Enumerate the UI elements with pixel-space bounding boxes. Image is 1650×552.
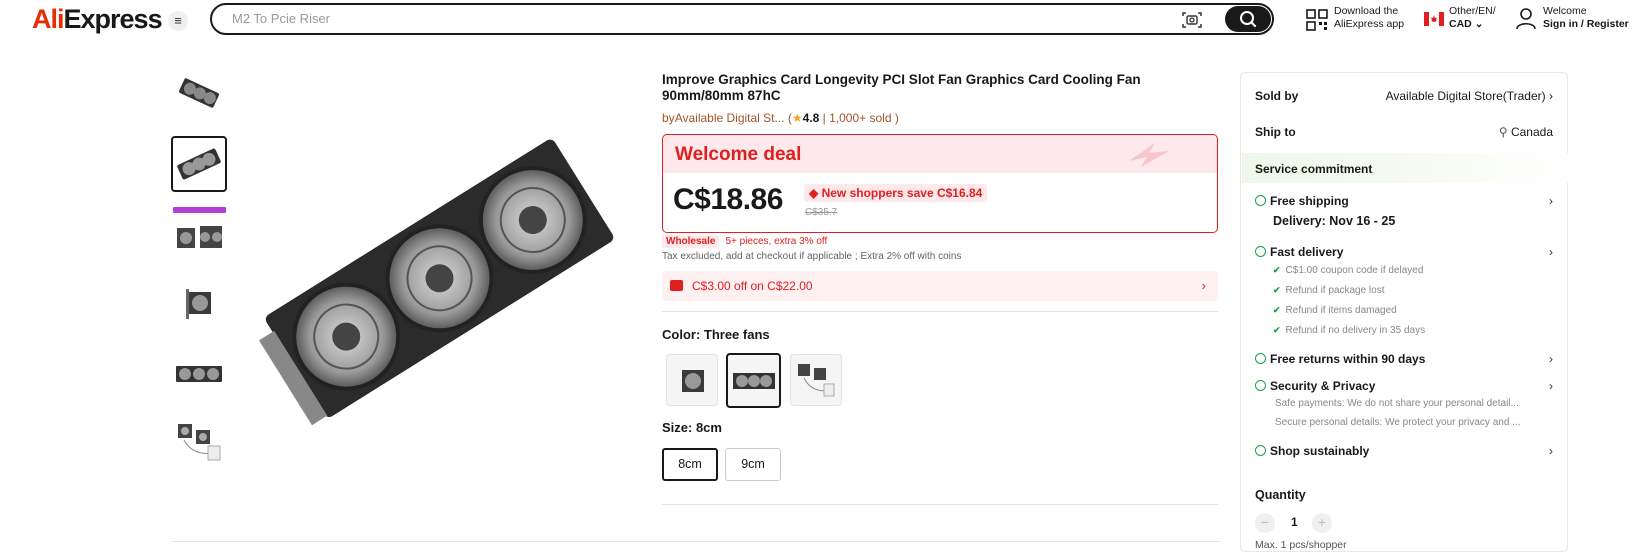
product-thumb-image: [186, 289, 211, 319]
leaf-icon: [1255, 445, 1266, 456]
sold-count: 1,000+ sold ): [829, 111, 899, 125]
service-commitment-header: Service commitment: [1242, 153, 1568, 183]
quantity-increase-button[interactable]: +: [1312, 513, 1332, 533]
locale-currency-selector[interactable]: Other/EN/ CAD ⌄: [1449, 5, 1496, 31]
quantity-decrease-button[interactable]: −: [1255, 513, 1275, 533]
rating-value: 4.8: [802, 111, 820, 125]
coupon-banner[interactable]: C$3.00 off on C$22.00 ›: [662, 271, 1218, 301]
chevron-right-icon: ›: [1549, 245, 1553, 259]
security-item: Secure personal details: We protect your…: [1275, 417, 1521, 428]
color-option-image: [682, 370, 704, 392]
chevron-right-icon: ›: [1201, 278, 1206, 293]
quantity-value[interactable]: 1: [1291, 515, 1298, 529]
return-icon: [1255, 353, 1266, 364]
account-sign-in[interactable]: Welcome Sign in / Register: [1543, 5, 1629, 31]
wholesale-badge: Wholesale: [662, 235, 720, 248]
product-title: Improve Graphics Card Longevity PCI Slot…: [662, 72, 1141, 103]
divider: [662, 311, 1218, 312]
fast-delivery-item: ✔ C$1.00 coupon code if delayed: [1273, 265, 1424, 276]
free-shipping-row[interactable]: Free shipping ›: [1255, 194, 1553, 208]
clock-icon: [1255, 246, 1266, 257]
location-pin-icon: ⚲: [1498, 125, 1511, 139]
coupon-icon: [670, 280, 683, 291]
search-button[interactable]: [1225, 6, 1271, 32]
chevron-right-icon: ›: [1549, 352, 1553, 366]
tax-note: Tax excluded, add at checkout if applica…: [662, 251, 962, 262]
shield-icon: [1255, 380, 1266, 391]
color-label: Color: Three fans: [662, 327, 770, 342]
store-link[interactable]: Available Digital St...: [675, 111, 785, 125]
shop-sustainably-row[interactable]: Shop sustainably ›: [1255, 444, 1553, 458]
original-price: C$35.7: [805, 207, 838, 218]
chevron-right-icon: ›: [1549, 379, 1553, 393]
user-icon[interactable]: [1515, 7, 1537, 31]
security-privacy-row[interactable]: Security & Privacy ›: [1255, 379, 1553, 393]
fast-delivery-item: ✔ Refund if items damaged: [1273, 305, 1397, 316]
size-option-8cm[interactable]: 8cm: [662, 448, 718, 481]
color-option-3[interactable]: [790, 354, 842, 406]
welcome-deal-box: Welcome deal C$18.86 ◆ New shoppers save…: [662, 134, 1218, 233]
purchase-panel: Sold by Available Digital Store(Trader) …: [1240, 72, 1568, 552]
check-icon: ✔: [1273, 265, 1281, 275]
quantity-label: Quantity: [1255, 488, 1306, 502]
thumbnail-6[interactable]: [171, 414, 227, 470]
color-option-image: [798, 364, 835, 397]
fast-delivery-row[interactable]: Fast delivery ›: [1255, 245, 1553, 259]
thumbnail-3[interactable]: [171, 212, 227, 268]
color-option-image: [732, 372, 775, 389]
product-thumb-image: [177, 226, 222, 248]
product-thumb-image: [177, 148, 221, 180]
fast-delivery-item: ✔ Refund if package lost: [1273, 285, 1385, 296]
tag-icon: ◆: [809, 186, 822, 200]
check-icon: ✔: [1273, 305, 1281, 315]
chevron-right-icon: ›: [1549, 194, 1553, 208]
thumbnail-2[interactable]: [171, 136, 227, 192]
thumbnail-1[interactable]: [171, 65, 227, 121]
aliexpress-logo[interactable]: AliExpress: [32, 4, 163, 35]
delivery-date: Delivery: Nov 16 - 25: [1273, 214, 1396, 228]
product-thumb-image: [179, 78, 219, 108]
max-per-shopper-note: Max. 1 pcs/shopper: [1255, 539, 1347, 551]
search-bar: [210, 3, 1274, 35]
size-label: Size: 8cm: [662, 420, 722, 435]
main-product-image[interactable]: [248, 118, 638, 428]
check-icon: ✔: [1273, 325, 1281, 335]
color-option-2[interactable]: [726, 353, 781, 408]
color-option-1[interactable]: [666, 354, 718, 406]
image-search-icon[interactable]: [1182, 11, 1202, 29]
product-thumb-image: [176, 366, 222, 382]
sold-by-row[interactable]: Sold by Available Digital Store(Trader) …: [1255, 89, 1553, 103]
search-icon: [1240, 11, 1257, 28]
deal-title: Welcome deal: [675, 144, 802, 165]
chevron-right-icon: ›: [1549, 89, 1553, 103]
thumbnail-4[interactable]: [171, 276, 227, 332]
check-icon: ✔: [1273, 285, 1281, 295]
menu-icon[interactable]: ≡: [168, 11, 188, 31]
truck-icon: [1255, 195, 1266, 206]
deal-decoration-icon: [1129, 143, 1169, 167]
chevron-down-icon: ⌄: [1474, 18, 1484, 30]
qr-code-icon[interactable]: [1306, 9, 1328, 31]
ship-to-row[interactable]: Ship to ⚲ Canada: [1255, 125, 1553, 139]
size-option-9cm[interactable]: 9cm: [725, 448, 781, 481]
free-returns-row[interactable]: Free returns within 90 days ›: [1255, 352, 1553, 366]
star-icon: ★: [791, 111, 803, 125]
new-shopper-savings-badge: ◆ New shoppers save C$16.84: [804, 184, 988, 202]
product-thumb-image: [178, 424, 221, 461]
canada-flag-icon: [1424, 12, 1444, 26]
wholesale-offer: Wholesale 5+ pieces, extra 3% off: [662, 235, 827, 248]
download-app-link[interactable]: Download the AliExpress app: [1334, 5, 1404, 31]
store-rating-line: byAvailable Digital St... (★4.8 | 1,000+…: [662, 111, 899, 125]
divider: [662, 504, 1218, 505]
current-price: C$18.86: [673, 183, 783, 216]
fast-delivery-item: ✔ Refund if no delivery in 35 days: [1273, 325, 1426, 336]
search-input[interactable]: [232, 11, 1132, 26]
store-name: Available Digital Store(Trader): [1385, 89, 1546, 103]
divider: [171, 541, 1221, 542]
thumbnail-5[interactable]: [171, 346, 227, 402]
chevron-right-icon: ›: [1549, 444, 1553, 458]
security-item: Safe payments: We do not share your pers…: [1275, 398, 1519, 409]
